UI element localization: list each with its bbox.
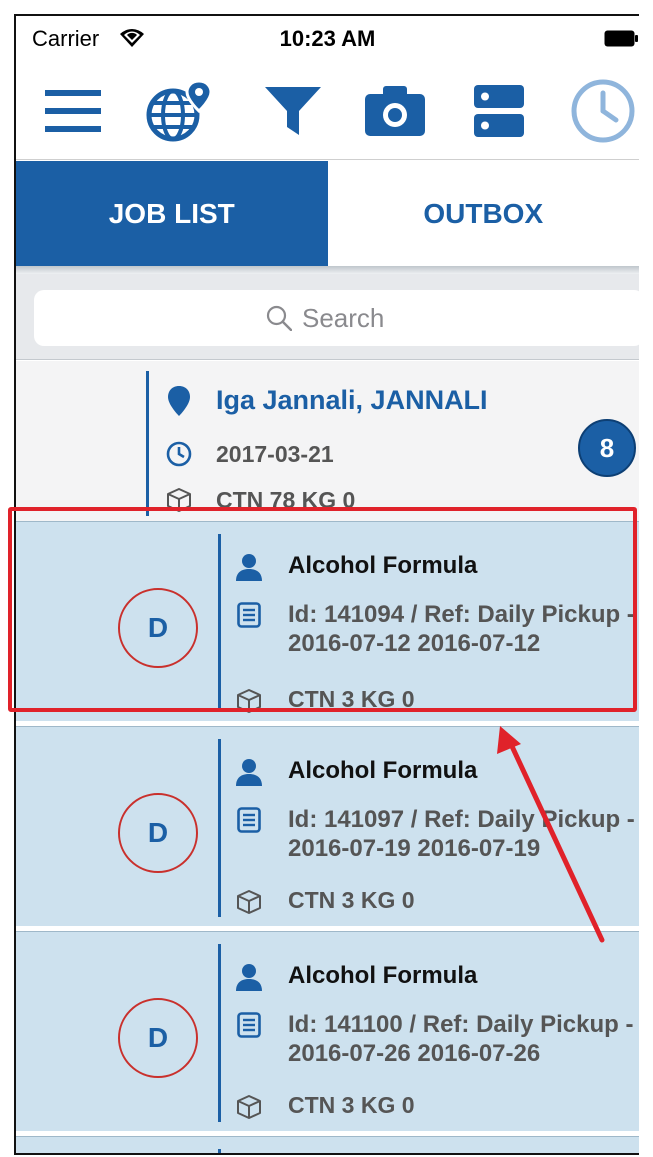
filter-icon[interactable] <box>258 76 328 146</box>
person-icon <box>234 757 264 787</box>
search-field[interactable] <box>34 290 639 346</box>
document-icon <box>234 600 264 630</box>
tab-divider <box>16 266 639 274</box>
location-name: Iga Jannali, JANNALI <box>216 385 488 415</box>
job-reference: Id: 141094 / Ref: Daily Pickup - 2016-07… <box>288 601 635 657</box>
box-icon <box>234 686 264 716</box>
person-icon <box>234 552 264 582</box>
timeline-line <box>218 739 221 917</box>
job-customer: Alcohol Formula <box>288 757 478 784</box>
timeline-line <box>218 944 221 1122</box>
location-date: 2017-03-21 <box>216 440 334 467</box>
document-icon <box>234 1010 264 1040</box>
job-list-item[interactable]: D Alcohol Formula Id: 141094 / Ref: Dail… <box>16 521 639 721</box>
tab-bar: JOB LIST OUTBOX <box>16 161 639 266</box>
person-icon <box>234 962 264 992</box>
job-count-badge: 8 <box>578 419 636 477</box>
globe-location-icon[interactable] <box>144 76 214 146</box>
job-status-badge: D <box>118 588 198 668</box>
box-icon <box>234 887 264 917</box>
toolbar <box>16 66 639 160</box>
document-icon <box>234 805 264 835</box>
job-quantity: CTN 3 KG 0 <box>288 1092 415 1118</box>
timeline-line <box>218 534 221 712</box>
box-icon <box>164 485 194 515</box>
job-list-item[interactable]: D Alcohol Formula Id: 141097 / Ref: Dail… <box>16 726 639 926</box>
camera-icon[interactable] <box>360 76 430 146</box>
job-quantity: CTN 3 KG 0 <box>288 686 415 712</box>
clock-icon[interactable] <box>568 76 638 146</box>
job-status-badge: D <box>118 998 198 1078</box>
server-icon[interactable] <box>464 76 534 146</box>
clock-icon <box>164 439 194 469</box>
job-reference: Id: 141097 / Ref: Daily Pickup - 2016-07… <box>288 806 635 862</box>
search-icon <box>266 305 292 331</box>
search-bar <box>16 274 639 360</box>
job-list-item[interactable]: D Alcohol Formula Id: 141100 / Ref: Dail… <box>16 931 639 1131</box>
job-quantity: CTN 3 KG 0 <box>288 887 415 913</box>
battery-icon <box>604 30 638 47</box>
job-reference: Id: 141100 / Ref: Daily Pickup - 2016-07… <box>288 1011 634 1067</box>
location-summary[interactable]: Iga Jannali, JANNALI 2017-03-21 CTN 78 K… <box>16 361 639 521</box>
job-customer: Alcohol Formula <box>288 962 478 989</box>
timeline-line <box>218 1149 221 1153</box>
job-list-item[interactable] <box>16 1136 639 1153</box>
menu-icon[interactable] <box>38 76 108 146</box>
search-input[interactable] <box>302 302 412 334</box>
job-status-badge: D <box>118 793 198 873</box>
box-icon <box>234 1092 264 1122</box>
phone-screen: Carrier 10:23 AM JOB LIST OUTBOX Search … <box>14 14 639 1155</box>
tab-outbox[interactable]: OUTBOX <box>327 161 639 266</box>
tab-job-list[interactable]: JOB LIST <box>16 161 328 266</box>
location-quantity: CTN 78 KG 0 <box>216 486 356 513</box>
status-bar: Carrier 10:23 AM <box>16 16 639 66</box>
timeline-line <box>146 371 149 516</box>
status-time: 10:23 AM <box>279 26 376 51</box>
job-customer: Alcohol Formula <box>288 552 478 579</box>
map-pin-icon <box>164 385 194 416</box>
